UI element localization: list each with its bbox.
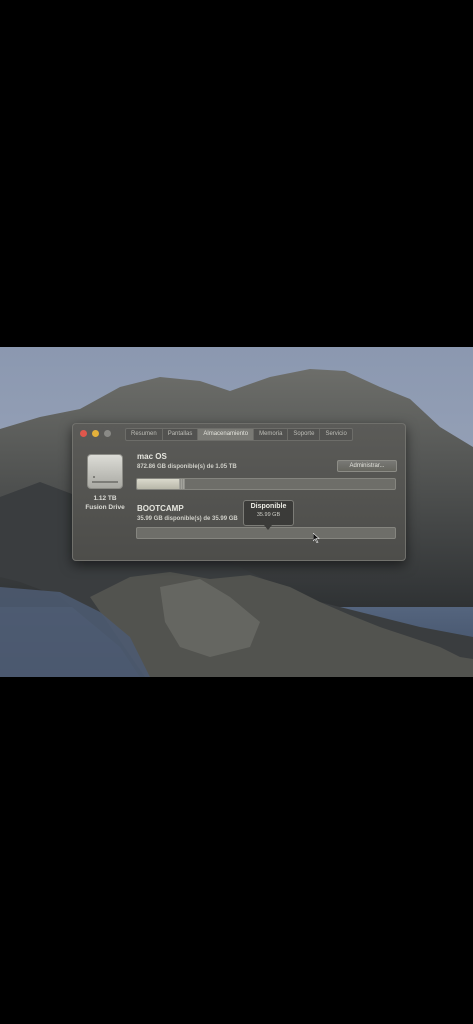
available-tooltip: Disponible 35.99 GB: [243, 500, 294, 530]
volume-detail-macos: 872.86 GB disponible(s) de 1.05 TB: [137, 464, 237, 470]
drive-led: [93, 476, 95, 478]
volume-detail-bootcamp: 35.99 GB disponible(s) de 35.99 GB: [137, 516, 238, 522]
desktop-wallpaper-photo: Resumen Pantallas Almacenamiento Memoria…: [0, 347, 473, 677]
volume-name-bootcamp: BOOTCAMP: [137, 504, 184, 513]
close-button[interactable]: [80, 430, 87, 437]
tooltip-arrow: [264, 525, 272, 530]
storage-bar-purgeable-macos: [179, 479, 185, 489]
hard-drive-icon: [87, 454, 123, 489]
tooltip-title: Disponible: [250, 503, 287, 510]
manage-button[interactable]: Administrar...: [337, 460, 397, 472]
tooltip-value: 35.99 GB: [256, 512, 281, 518]
tab-servicio[interactable]: Servicio: [320, 429, 351, 440]
tab-almacenamiento[interactable]: Almacenamiento: [198, 429, 255, 440]
tab-soporte[interactable]: Soporte: [288, 429, 321, 440]
tab-memoria[interactable]: Memoria: [254, 429, 289, 440]
drive-name: Fusion Drive: [85, 504, 125, 511]
tab-bar: Resumen Pantallas Almacenamiento Memoria…: [125, 428, 353, 441]
mouse-pointer-icon: [313, 533, 320, 543]
volume-name-macos: mac OS: [137, 452, 167, 461]
storage-bar-macos: [136, 478, 396, 490]
tab-pantallas[interactable]: Pantallas: [163, 429, 199, 440]
storage-bar-used-macos: [137, 479, 181, 489]
drive-slot: [92, 481, 118, 483]
drive-capacity: 1.12 TB: [93, 495, 117, 502]
about-this-mac-window: Resumen Pantallas Almacenamiento Memoria…: [72, 423, 406, 561]
minimize-button[interactable]: [92, 430, 99, 437]
zoom-button[interactable]: [104, 430, 111, 437]
tab-resumen[interactable]: Resumen: [126, 429, 163, 440]
